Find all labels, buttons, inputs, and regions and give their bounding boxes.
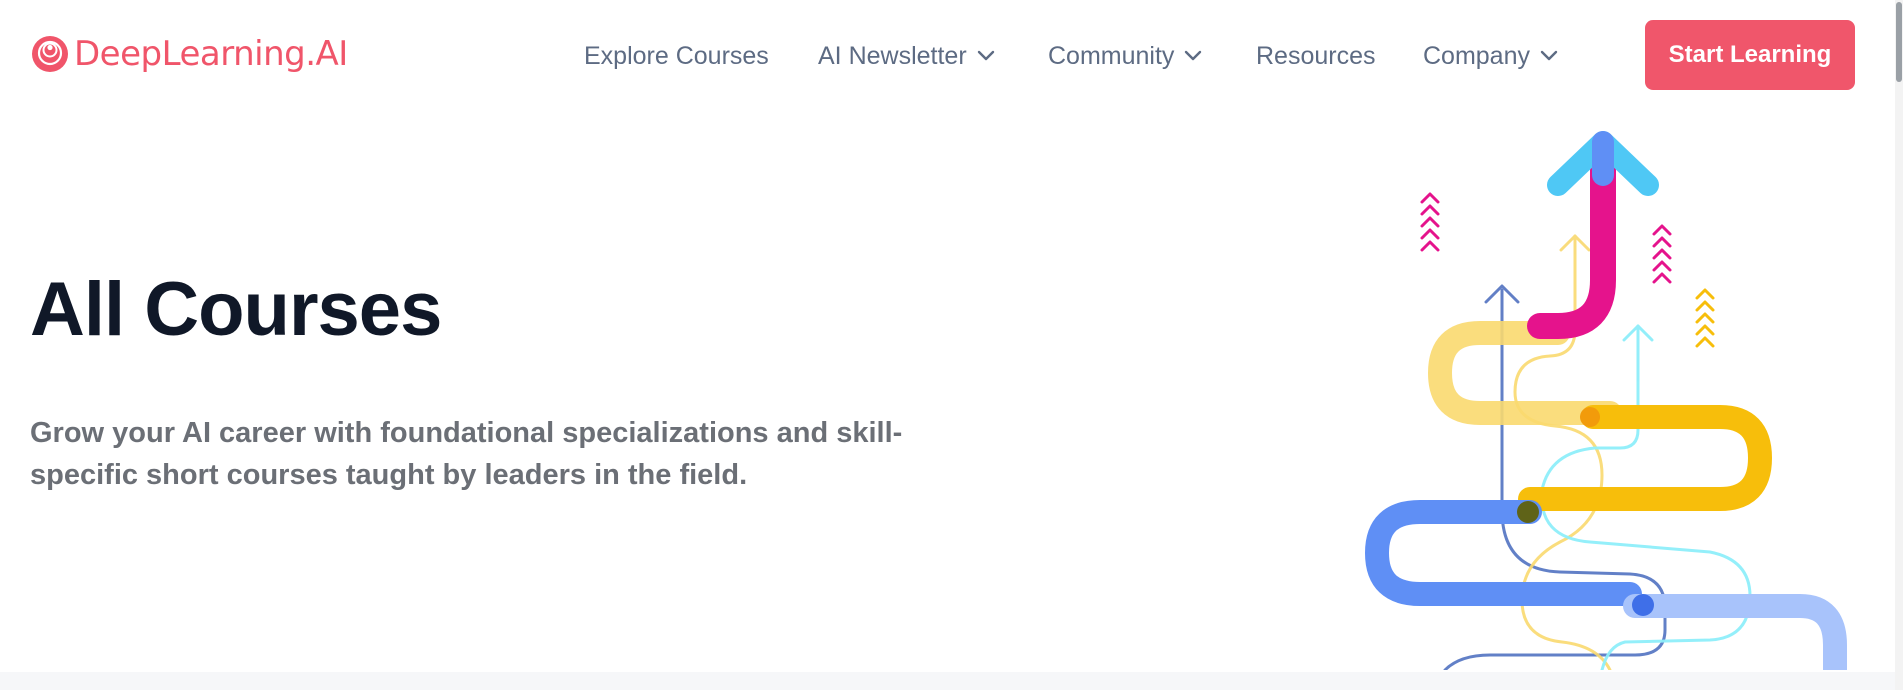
brand-name: DeepLearning.AI: [74, 34, 348, 74]
pale-yellow-band: [1427, 321, 1622, 425]
site-header: DeepLearning.AI Explore Courses AI Newsl…: [0, 0, 1903, 110]
nav-item-company[interactable]: Company: [1423, 42, 1558, 71]
deeplearning-logo-icon: [32, 36, 68, 72]
chevron-down-icon: [1540, 50, 1558, 61]
olive-dot: [1517, 501, 1539, 523]
nav-item-label: Company: [1423, 41, 1530, 70]
nav-item-ai-newsletter[interactable]: AI Newsletter: [818, 42, 995, 71]
scrollbar-thumb[interactable]: [1896, 2, 1902, 82]
nav-item-label: AI Newsletter: [818, 41, 967, 70]
page: DeepLearning.AI Explore Courses AI Newsl…: [0, 0, 1903, 690]
magenta-chevrons-right: [1652, 224, 1672, 284]
nav-item-explore-courses[interactable]: Explore Courses: [584, 42, 769, 71]
magenta-main-arrow: [1527, 131, 1659, 339]
nav-item-label: Resources: [1256, 41, 1376, 70]
vertical-scrollbar[interactable]: [1895, 0, 1903, 690]
section-divider: [0, 672, 1903, 690]
chevron-down-icon: [977, 50, 994, 61]
start-learning-button[interactable]: Start Learning: [1645, 20, 1855, 90]
nav-item-resources[interactable]: Resources: [1256, 42, 1376, 71]
brand-logo[interactable]: DeepLearning.AI: [30, 34, 348, 74]
magenta-chevrons-left: [1420, 192, 1440, 252]
page-title: All Courses: [30, 267, 442, 352]
blue-dot: [1632, 594, 1654, 616]
nav-item-community[interactable]: Community: [1048, 42, 1202, 71]
nav-item-label: Community: [1048, 41, 1175, 70]
nav-item-label: Explore Courses: [584, 41, 769, 70]
page-subtitle: Grow your AI career with foundational sp…: [30, 417, 903, 491]
orange-dot: [1580, 407, 1600, 427]
yellow-chevrons: [1695, 288, 1715, 348]
chevron-down-icon: [1185, 50, 1202, 61]
growth-arrows-illustration: [1364, 131, 1847, 670]
